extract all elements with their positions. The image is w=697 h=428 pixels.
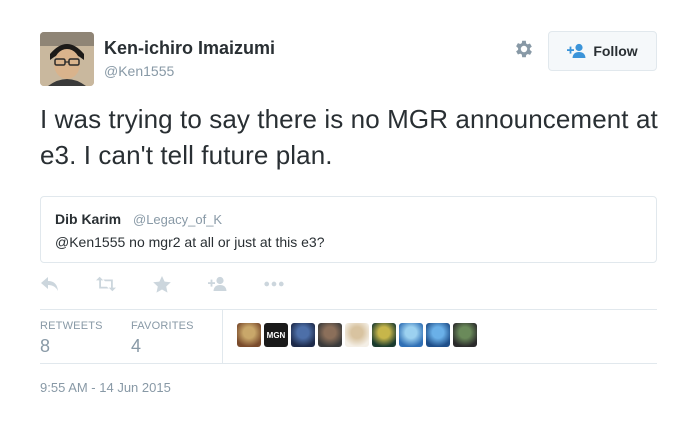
favorites-label: FAVORITES bbox=[131, 320, 194, 332]
favorites-count: 4 bbox=[131, 336, 142, 356]
favoriter-avatar-7[interactable] bbox=[399, 323, 423, 347]
tweet-stats: RETWEETS 8 FAVORITES 4 MGN bbox=[40, 309, 657, 364]
gear-icon[interactable] bbox=[513, 38, 535, 60]
favorite-icon[interactable] bbox=[152, 274, 172, 294]
tweet-actions bbox=[40, 274, 320, 298]
favorites-stat[interactable]: FAVORITES 4 bbox=[131, 320, 194, 357]
author-handle[interactable]: @Ken1555 bbox=[104, 63, 174, 79]
favoriter-avatar-1[interactable] bbox=[237, 323, 261, 347]
follow-button[interactable]: Follow bbox=[548, 31, 657, 71]
tweet-timestamp[interactable]: 9:55 AM - 14 Jun 2015 bbox=[40, 380, 171, 395]
author-avatar[interactable] bbox=[40, 32, 94, 86]
favoriter-avatar-9[interactable] bbox=[453, 323, 477, 347]
retweets-label: RETWEETS bbox=[40, 320, 103, 332]
favoriters-list: MGN bbox=[237, 323, 477, 347]
favoriter-avatar-text: MGN bbox=[266, 330, 286, 340]
favoriter-avatar-mgn[interactable]: MGN bbox=[264, 323, 288, 347]
quoted-author-handle: @Legacy_of_K bbox=[133, 212, 223, 227]
favoriter-avatar-8[interactable] bbox=[426, 323, 450, 347]
retweet-icon[interactable] bbox=[96, 274, 116, 294]
reply-icon[interactable] bbox=[40, 274, 60, 294]
quoted-tweet-text: @Ken1555 no mgr2 at all or just at this … bbox=[55, 234, 325, 250]
favoriter-avatar-5[interactable] bbox=[345, 323, 369, 347]
retweets-count: 8 bbox=[40, 336, 51, 356]
follow-button-label: Follow bbox=[593, 43, 638, 59]
more-icon[interactable] bbox=[264, 274, 284, 294]
tweet-text: I was trying to say there is no MGR anno… bbox=[40, 104, 658, 170]
favoriter-avatar-3[interactable] bbox=[291, 323, 315, 347]
stats-divider bbox=[222, 310, 223, 364]
favoriter-avatar-6[interactable] bbox=[372, 323, 396, 347]
quoted-author-name: Dib Karim bbox=[55, 211, 122, 227]
follow-icon[interactable] bbox=[208, 274, 228, 294]
author-name[interactable]: Ken-ichiro Imaizumi bbox=[104, 38, 275, 59]
add-user-icon bbox=[567, 43, 586, 58]
favoriter-avatar-4[interactable] bbox=[318, 323, 342, 347]
retweets-stat[interactable]: RETWEETS 8 bbox=[40, 320, 103, 357]
quoted-tweet[interactable]: Dib Karim @Legacy_of_K @Ken1555 no mgr2 … bbox=[40, 196, 657, 263]
